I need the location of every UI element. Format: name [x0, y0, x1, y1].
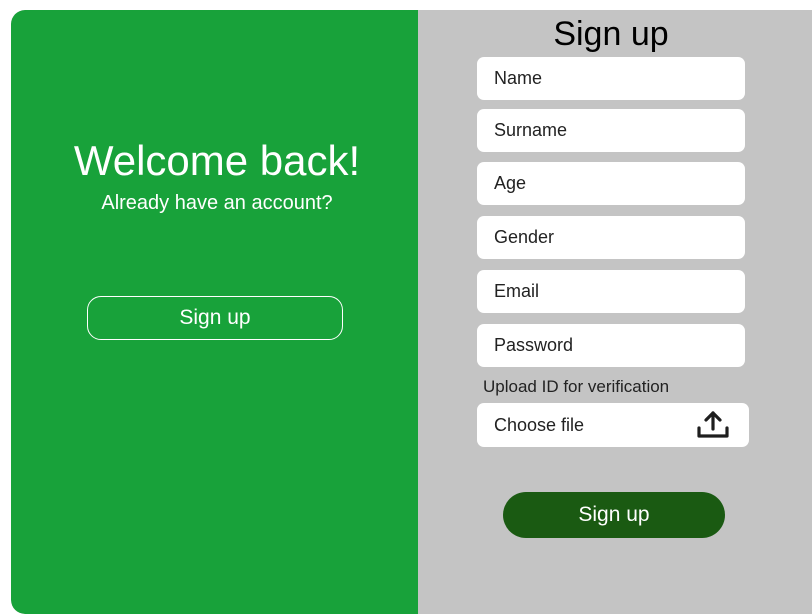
signup-card: Welcome back! Already have an account? S… [11, 10, 812, 614]
welcome-subtitle: Already have an account? [101, 192, 333, 214]
welcome-panel: Welcome back! Already have an account? S… [11, 10, 418, 614]
surname-field[interactable]: Surname [477, 109, 745, 152]
file-upload-field[interactable]: Choose file [477, 403, 749, 447]
name-field[interactable]: Name [477, 57, 745, 100]
upload-icon[interactable] [695, 410, 731, 440]
email-field[interactable]: Email [477, 270, 745, 313]
gender-field[interactable]: Gender [477, 216, 745, 259]
file-placeholder: Choose file [494, 415, 585, 435]
password-field[interactable]: Password [477, 324, 745, 367]
age-field[interactable]: Age [477, 162, 745, 205]
form-title: Sign up [553, 15, 669, 53]
welcome-signup-button[interactable]: Sign up [87, 296, 343, 340]
submit-signup-button[interactable]: Sign up [503, 492, 725, 538]
upload-label: Upload ID for verification [483, 377, 670, 396]
welcome-title: Welcome back! [73, 137, 361, 184]
